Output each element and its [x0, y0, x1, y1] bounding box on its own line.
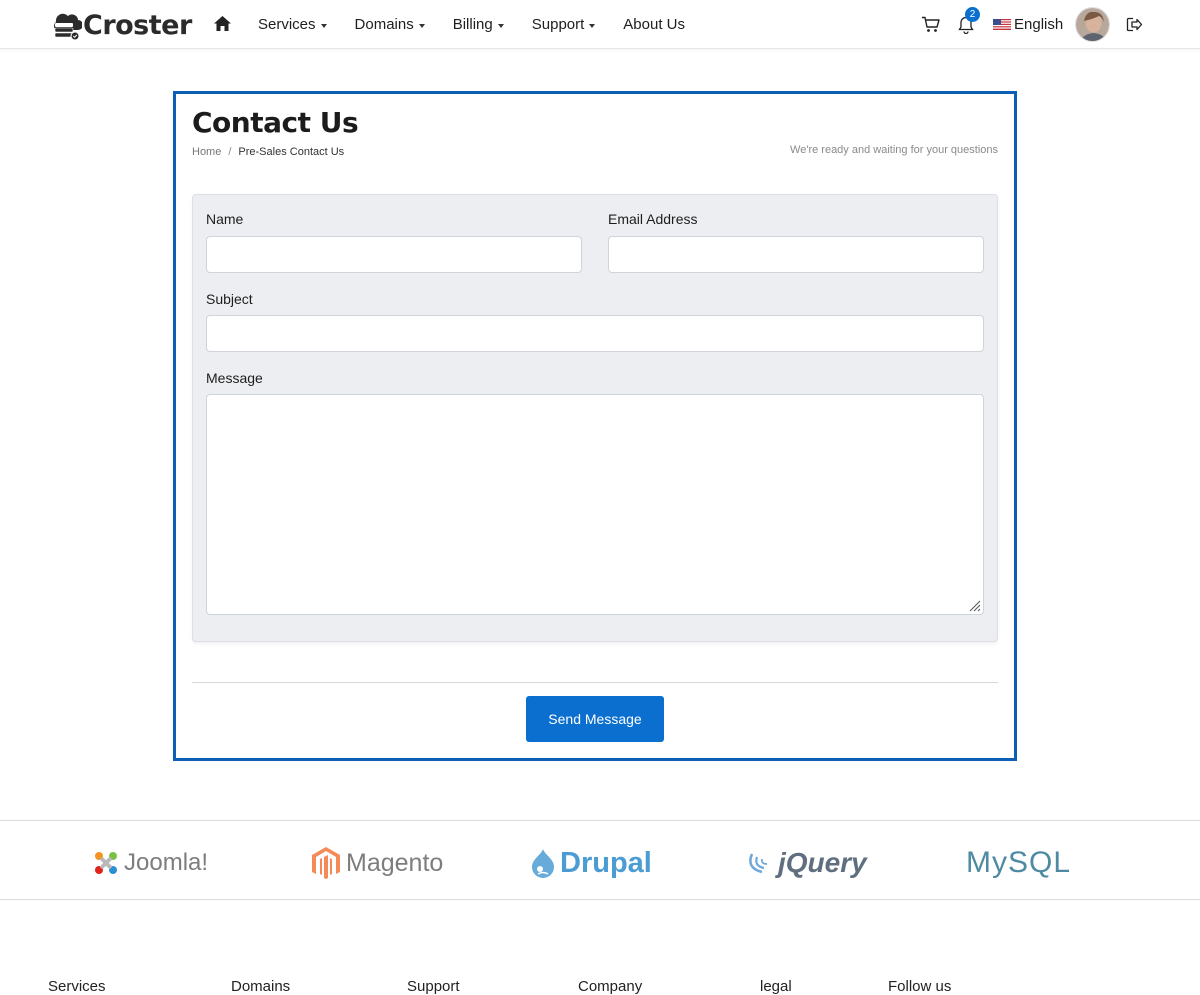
contact-form: Name Email Address Subject Message [192, 194, 998, 642]
chevron-down-icon [589, 23, 596, 28]
nav-domains[interactable]: Domains [355, 16, 425, 33]
breadcrumb-home-link[interactable]: Home [192, 146, 221, 158]
joomla-logo: Joomla! [92, 845, 208, 881]
nav-about-us[interactable]: About Us [623, 16, 685, 33]
main-nav: Services Domains Billing Support About U… [258, 16, 713, 33]
nav-services-label: Services [258, 16, 316, 33]
subject-input[interactable] [206, 315, 984, 352]
form-divider [192, 682, 998, 683]
us-flag-icon [993, 19, 1011, 30]
nav-services[interactable]: Services [258, 16, 327, 33]
breadcrumb-separator: / [228, 146, 232, 158]
language-selector[interactable]: English [993, 16, 1063, 33]
brand-name: Croster [83, 9, 192, 41]
jquery-logo: jQuery [748, 845, 867, 881]
chevron-down-icon [497, 23, 504, 28]
nav-billing-label: Billing [452, 16, 493, 33]
message-textarea[interactable] [206, 394, 984, 615]
partner-logos: Joomla! Magento Drupal jQuery MySQL [0, 820, 1200, 900]
resize-handle-icon[interactable] [967, 598, 981, 612]
avatar[interactable] [1075, 7, 1110, 42]
breadcrumb: Home / Pre-Sales Contact Us [192, 146, 344, 158]
message-label: Message [206, 370, 263, 386]
breadcrumb-current: Pre-Sales Contact Us [238, 146, 345, 158]
footer-heading-domains: Domains [231, 978, 291, 995]
cloud-server-logo-icon [54, 13, 82, 41]
magento-icon [312, 847, 340, 879]
joomla-icon [95, 852, 117, 874]
footer-heading-follow-us: Follow us [888, 978, 952, 995]
magento-logo-text: Magento [346, 848, 444, 877]
footer-headings: Services Domains Support Company legal F… [0, 978, 1200, 995]
magento-logo: Magento [310, 845, 443, 881]
brand-logo-link[interactable]: Croster [48, 8, 192, 42]
nav-support[interactable]: Support [532, 16, 596, 33]
chevron-down-icon [418, 23, 425, 28]
top-navbar: Croster Services Domains Billing Support… [0, 0, 1200, 49]
name-input[interactable] [206, 236, 582, 273]
drupal-logo-text: Drupal [560, 846, 652, 879]
notification-count-badge: 2 [965, 7, 980, 22]
page-title: Contact Us [192, 106, 359, 139]
user-photo [1076, 8, 1109, 41]
nav-billing[interactable]: Billing [453, 16, 504, 33]
drupal-icon [532, 849, 554, 878]
send-message-button[interactable]: Send Message [526, 696, 664, 742]
logout-icon[interactable] [1126, 17, 1143, 32]
footer-heading-services: Services [48, 978, 106, 995]
nav-domains-label: Domains [354, 16, 414, 33]
footer-heading-company: Company [578, 978, 643, 995]
nav-support-label: Support [531, 16, 585, 33]
language-label: English [1014, 16, 1064, 33]
name-label: Name [206, 211, 244, 227]
drupal-logo: Drupal [530, 845, 652, 881]
nav-about-us-label: About Us [623, 16, 685, 33]
contact-card: Contact Us Home / Pre-Sales Contact Us W… [173, 91, 1017, 761]
mysql-logo: MySQL [966, 845, 1071, 881]
email-input[interactable] [608, 236, 984, 273]
subject-label: Subject [206, 291, 253, 307]
jquery-icon [749, 853, 768, 874]
cart-icon[interactable] [921, 16, 940, 33]
footer-heading-support: Support [407, 978, 460, 995]
email-label: Email Address [608, 211, 698, 227]
notifications-button[interactable]: 2 [958, 7, 980, 34]
footer-heading-legal: legal [760, 978, 792, 995]
page-tagline: We're ready and waiting for your questio… [790, 144, 998, 156]
jquery-logo-text: jQuery [778, 847, 867, 878]
joomla-logo-text: Joomla! [124, 849, 209, 876]
mysql-logo-text: MySQL [966, 846, 1072, 879]
home-icon[interactable] [213, 15, 232, 32]
chevron-down-icon [320, 23, 327, 28]
